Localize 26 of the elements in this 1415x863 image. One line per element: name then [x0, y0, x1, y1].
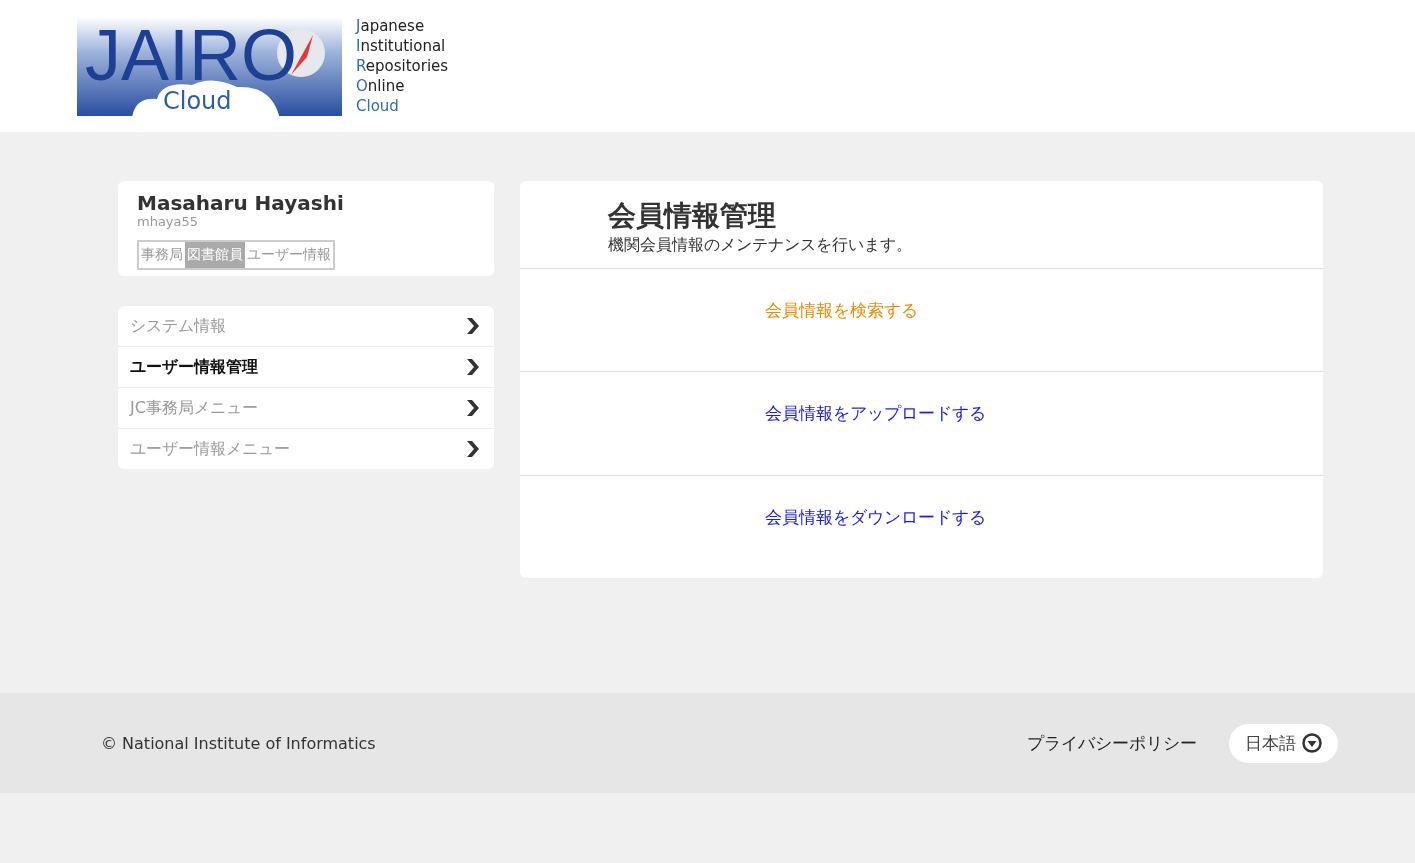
action-link[interactable]: 会員情報を検索する	[765, 300, 918, 320]
chevron-right-icon	[466, 399, 480, 417]
menu-item[interactable]: システム情報	[118, 306, 494, 347]
chevron-right-icon	[466, 440, 480, 458]
user-name: Masaharu Hayashi	[137, 191, 345, 215]
role-tab[interactable]: 図書館員	[185, 242, 245, 268]
logo-caption: Institutional	[356, 36, 447, 56]
privacy-link[interactable]: プライバシーポリシー	[1027, 731, 1197, 755]
menu-item[interactable]: ユーザー情報メニュー	[118, 429, 494, 469]
logo-text: Cloud	[163, 88, 232, 113]
user-id: mhaya55	[137, 215, 200, 228]
logo-caption: Japanese	[356, 16, 426, 36]
menu-item[interactable]: JC事務局メニュー	[118, 388, 494, 429]
copyright-text: © National Institute of Informatics	[101, 733, 377, 753]
menu-item[interactable]: ユーザー情報管理	[118, 347, 494, 388]
action-link[interactable]: 会員情報をアップロードする	[765, 403, 986, 424]
chevron-right-icon	[466, 317, 480, 335]
chevron-right-icon	[466, 358, 480, 376]
language-select[interactable]: 日本語	[1229, 723, 1338, 763]
panel-description: 機関会員情報のメンテナンスを行います。	[608, 235, 913, 256]
logo-caption: Online	[356, 76, 406, 96]
logo-caption: Cloud	[356, 96, 400, 116]
panel-title: 会員情報管理	[608, 198, 777, 234]
action-link[interactable]: 会員情報をダウンロードする	[765, 506, 986, 527]
logo-caption: Repositories	[356, 56, 449, 76]
dropdown-icon	[1302, 733, 1322, 753]
